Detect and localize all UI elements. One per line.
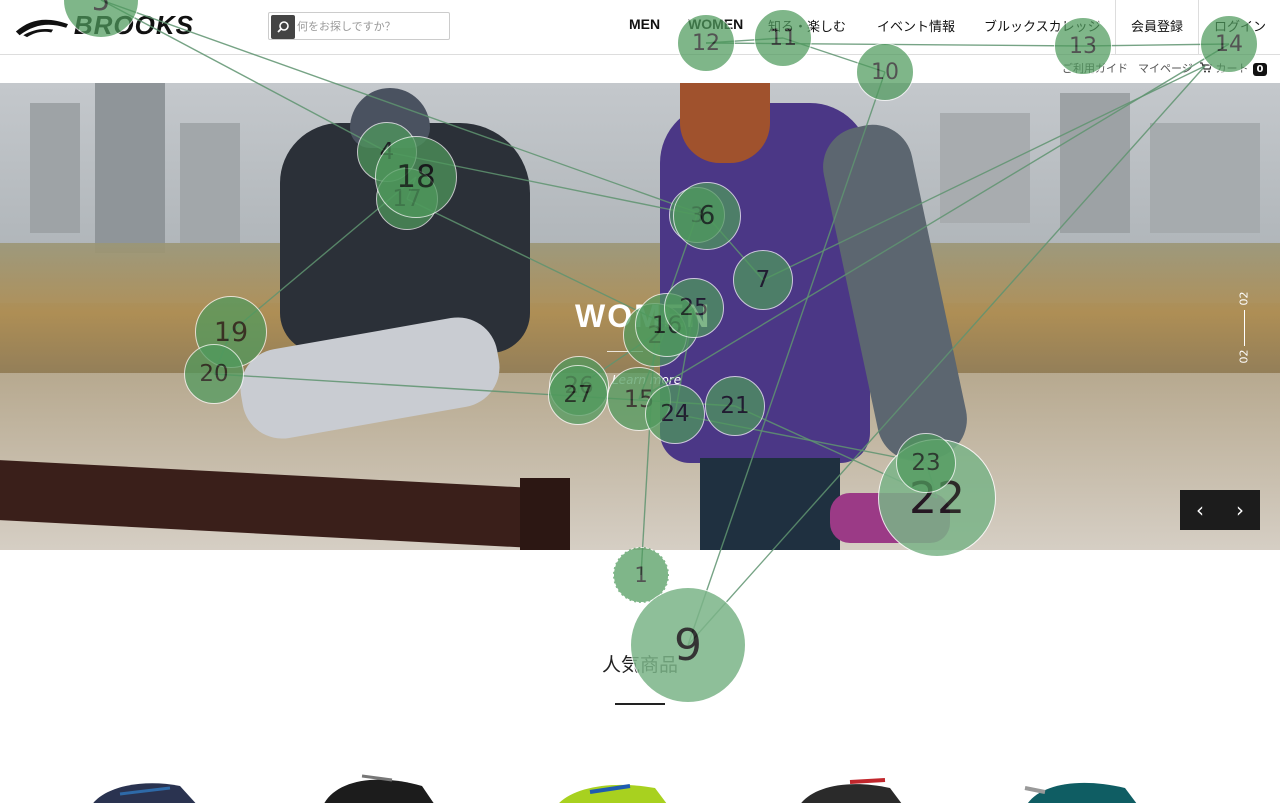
hero-pager: 02 02 <box>1232 288 1256 368</box>
product-card[interactable] <box>1015 768 1155 803</box>
search-input[interactable] <box>297 15 445 37</box>
fixation-number: 21 <box>720 393 750 419</box>
fixation-marker: 18 <box>375 136 457 218</box>
fixation-marker: 23 <box>896 433 956 493</box>
fixation-number: 10 <box>871 59 899 85</box>
chevron-left-icon: ‹ <box>1196 498 1204 522</box>
fixation-marker: 10 <box>856 43 914 101</box>
fixation-marker: 9 <box>630 587 746 703</box>
hero-bench-leg <box>520 478 570 550</box>
product-card[interactable] <box>790 768 930 803</box>
fixation-marker: 24 <box>645 384 705 444</box>
nav-events[interactable]: イベント情報 <box>877 16 955 35</box>
nav-register[interactable]: 会員登録 <box>1131 16 1183 35</box>
hero-runner-tights <box>700 458 840 550</box>
shoe-image <box>93 783 196 803</box>
fixation-number: 14 <box>1215 31 1243 57</box>
nav-divider <box>1198 0 1199 55</box>
pager-total: 02 <box>1237 349 1251 364</box>
fixation-number: 23 <box>911 450 941 476</box>
fixation-marker: 27 <box>548 365 608 425</box>
search-button[interactable] <box>271 15 295 39</box>
fixation-number: 19 <box>213 316 249 348</box>
nav-men[interactable]: MEN <box>629 16 660 32</box>
next-slide-button[interactable]: › <box>1220 490 1260 530</box>
fixation-marker: 14 <box>1200 15 1258 73</box>
shoe-image <box>1024 782 1137 803</box>
fixation-marker: 7 <box>733 250 793 310</box>
fixation-marker: 11 <box>754 9 812 67</box>
hero-building <box>1150 123 1260 233</box>
fixation-number: 25 <box>679 295 709 321</box>
hero-building <box>940 113 1030 223</box>
fixation-marker: 25 <box>664 278 724 338</box>
fixation-marker: 6 <box>673 182 741 250</box>
fixation-number: 12 <box>692 30 720 56</box>
product-card[interactable] <box>80 768 220 803</box>
shoe-image <box>801 778 902 803</box>
product-card[interactable] <box>312 768 452 803</box>
product-card[interactable] <box>550 768 690 803</box>
fixation-number: 27 <box>563 382 593 408</box>
search-box <box>268 12 450 40</box>
shoe-image <box>324 774 434 803</box>
nav-divider <box>1115 0 1116 55</box>
hero-building <box>180 123 240 243</box>
hero-building <box>95 83 165 253</box>
page-root: BROOKS MEN WOMEN 知る・楽しむ イベント情報 ブルックスカレッジ… <box>0 0 1280 803</box>
fixation-number: 24 <box>660 401 690 427</box>
hero-building <box>1060 93 1130 233</box>
fixation-number: 9 <box>674 619 702 671</box>
fixation-number: 1 <box>634 563 648 587</box>
shoe-image <box>559 784 667 803</box>
fixation-marker: 12 <box>677 14 735 72</box>
mypage-link[interactable]: マイページ <box>1138 60 1193 76</box>
fixation-marker: 13 <box>1054 17 1112 75</box>
fixation-marker: 20 <box>184 344 244 404</box>
fixation-number: 7 <box>755 267 771 293</box>
hero-building <box>30 103 80 233</box>
section-underline <box>615 703 665 705</box>
fixation-number: 5 <box>91 0 111 17</box>
fixation-number: 20 <box>199 361 229 387</box>
fixation-number: 6 <box>698 201 716 231</box>
fixation-number: 18 <box>396 159 436 195</box>
fixation-number: 11 <box>769 25 797 51</box>
hero-runner-hair <box>680 83 770 163</box>
hero-arrows: ‹ › <box>1180 490 1260 530</box>
prev-slide-button[interactable]: ‹ <box>1180 490 1220 530</box>
chevron-right-icon: › <box>1236 498 1244 522</box>
brand-swoosh-icon <box>15 19 69 38</box>
fixation-marker: 21 <box>705 376 765 436</box>
search-icon <box>277 21 289 33</box>
pager-current: 02 <box>1237 291 1251 306</box>
fixation-number: 13 <box>1069 33 1097 59</box>
pager-bar <box>1244 310 1245 346</box>
cart-count-badge: 0 <box>1252 63 1268 76</box>
